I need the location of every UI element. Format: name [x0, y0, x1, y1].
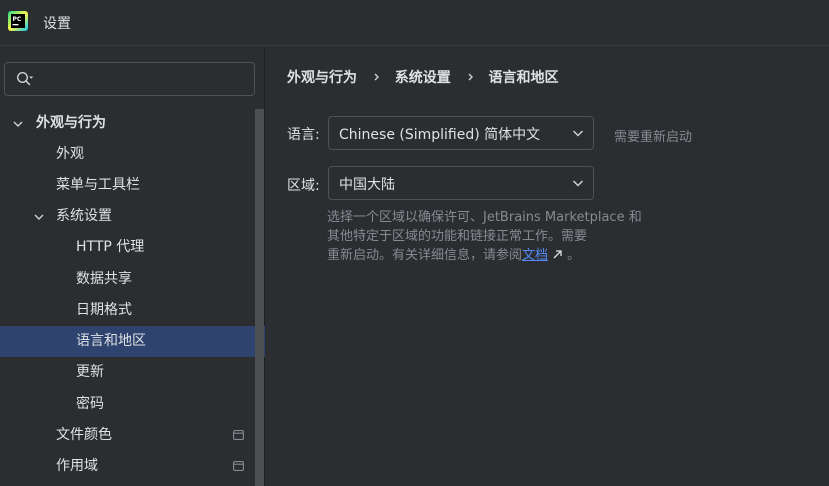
- help-line: 重新启动。有关详细信息，请参阅文档 。: [327, 246, 647, 265]
- tree-item-date-format[interactable]: 日期格式: [0, 295, 265, 326]
- chevron-right-icon: [374, 73, 379, 81]
- tree-item-http-proxy[interactable]: HTTP 代理: [0, 232, 265, 263]
- chevron-down-icon: [572, 180, 584, 187]
- tree-item-file-colors[interactable]: 文件颜色: [0, 420, 265, 451]
- tree-item-passwords[interactable]: 密码: [0, 389, 265, 420]
- tree-item-scopes[interactable]: 作用域: [0, 451, 265, 482]
- help-line: 选择一个区域以确保许可、JetBrains Marketplace 和: [327, 210, 642, 225]
- language-label: 语言:: [287, 127, 320, 143]
- project-scope-icon: [233, 461, 244, 471]
- tree-item-label: 数据共享: [76, 271, 132, 287]
- tree-item-label: HTTP 代理: [76, 239, 145, 255]
- tree-item-menus-toolbars[interactable]: 菜单与工具栏: [0, 170, 265, 201]
- tree-item-label: 日期格式: [76, 302, 132, 318]
- chevron-right-icon: [468, 73, 473, 81]
- tree-item-label: 密码: [76, 396, 104, 412]
- help-line: 其他特定于区域的功能和链接正常工作。需要: [327, 229, 588, 244]
- chevron-down-icon[interactable]: [33, 211, 45, 223]
- breadcrumb-item[interactable]: 外观与行为: [287, 67, 357, 87]
- region-help-text: 选择一个区域以确保许可、JetBrains Marketplace 和 其他特定…: [327, 208, 647, 265]
- documentation-link[interactable]: 文档: [522, 248, 548, 263]
- region-select[interactable]: 中国大陆: [328, 166, 594, 200]
- language-select-value: Chinese (Simplified) 简体中文: [339, 127, 541, 143]
- breadcrumb: 外观与行为 系统设置 语言和地区: [287, 67, 559, 89]
- external-link-icon[interactable]: [552, 249, 563, 260]
- window-title: 设置: [43, 16, 71, 32]
- tree-item-data-sharing[interactable]: 数据共享: [0, 264, 265, 295]
- restart-required-note: 需要重新启动: [614, 130, 693, 145]
- project-scope-icon: [233, 430, 244, 440]
- sidebar-scrollbar[interactable]: [255, 109, 264, 486]
- breadcrumb-item: 语言和地区: [488, 70, 559, 86]
- help-line-prefix: 重新启动。有关详细信息，请参阅: [327, 248, 523, 263]
- search-icon[interactable]: [16, 71, 34, 87]
- tree-item-system-settings[interactable]: 系统设置: [0, 201, 265, 232]
- region-label: 区域:: [287, 178, 320, 194]
- title-bar: PC 设置: [0, 0, 829, 46]
- tree-item-appearance[interactable]: 外观: [0, 139, 265, 170]
- svg-text:PC: PC: [13, 16, 22, 23]
- settings-content: 外观与行为 系统设置 语言和地区 语言: Chinese (Simplified…: [266, 47, 829, 486]
- tree-item-label: 文件颜色: [56, 427, 112, 443]
- pycharm-icon: PC: [8, 11, 28, 31]
- breadcrumb-item[interactable]: 系统设置: [395, 67, 451, 87]
- chevron-down-icon[interactable]: [12, 118, 24, 130]
- settings-sidebar: 外观与行为 外观 菜单与工具栏 系统设置 HTTP 代理 数据共享 日期格式 语…: [0, 47, 265, 486]
- help-line-suffix: 。: [563, 248, 581, 263]
- search-box[interactable]: [4, 62, 255, 96]
- region-select-value: 中国大陆: [339, 177, 395, 193]
- chevron-down-icon: [572, 130, 584, 137]
- settings-window: PC 设置 外观与行为 外观 菜单与工具栏 系统设置 HTTP 代理 数据共享 …: [0, 0, 829, 486]
- tree-item-updates[interactable]: 更新: [0, 357, 265, 388]
- tree-item-appearance-behavior[interactable]: 外观与行为: [0, 108, 265, 139]
- language-select[interactable]: Chinese (Simplified) 简体中文: [328, 116, 594, 150]
- tree-item-label: 作用域: [56, 458, 98, 474]
- tree-item-label: 语言和地区: [76, 333, 146, 349]
- search-input[interactable]: [43, 69, 243, 89]
- tree-item-language-region[interactable]: 语言和地区: [0, 326, 265, 357]
- tree-item-label: 更新: [76, 364, 104, 380]
- tree-item-label: 外观: [56, 146, 84, 162]
- tree-item-label: 菜单与工具栏: [56, 177, 140, 193]
- tree-item-label: 外观与行为: [36, 115, 106, 131]
- tree-item-label: 系统设置: [56, 208, 112, 224]
